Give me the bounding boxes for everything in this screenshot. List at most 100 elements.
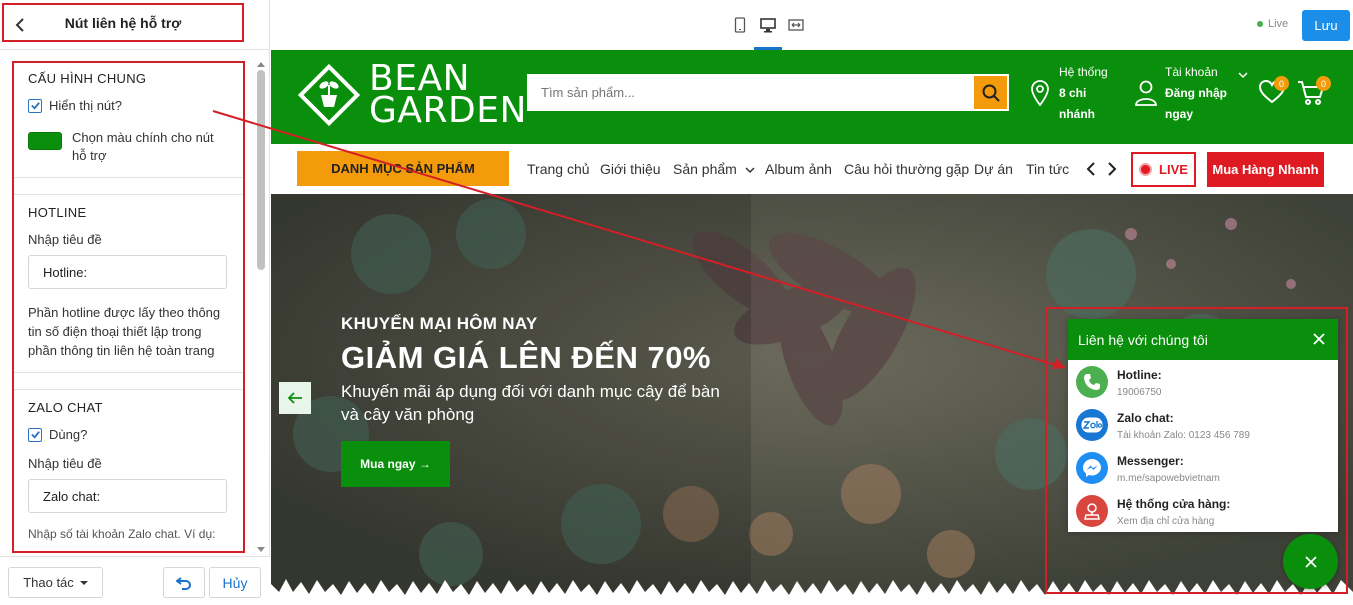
widget-item-hotline[interactable]: Hotline: 19006750 [1068,360,1338,403]
site-nav: DANH MỤC SẢN PHẨM Trang chủ Giới thiệu S… [271,144,1353,194]
live-status: Live [1257,18,1288,30]
widget-item-title: Hệ thống cửa hàng: [1117,497,1231,511]
zalo-help-text: Nhập số tài khoản Zalo chat. Ví dụ: [28,527,216,541]
nav-next-icon[interactable] [1105,161,1119,177]
store-system-link[interactable]: Hệ thống 8 chi nhánh [1031,62,1121,122]
cancel-button[interactable]: Hủy [209,567,261,598]
hotline-help-text: Phần hotline được lấy theo thông tin số … [28,305,221,358]
mobile-icon [734,17,746,33]
panel-header: Nút liên hệ hỗ trợ [0,0,270,50]
wishlist-button[interactable]: 0 [1258,76,1289,106]
live-button-label: LIVE [1159,162,1188,177]
live-button[interactable]: LIVE [1131,152,1196,187]
scroll-up-icon[interactable] [257,62,265,67]
hero-description: Khuyến mãi áp dụng đối với danh mục cây … [341,382,720,424]
account-link[interactable]: Tài khoản Đăng nhập ngay [1135,62,1245,122]
site-header: BEAN GARDEN Hệ thống 8 chi nhánh Tài kho… [271,50,1353,144]
store-location-icon [1076,495,1108,527]
checkmark-icon [30,431,40,439]
close-icon[interactable] [1312,332,1326,346]
widget-item-sub: Xem địa chỉ cửa hàng [1117,516,1215,527]
widget-item-messenger[interactable]: Messenger: m.me/sapowebvietnam [1068,446,1338,489]
account-line-3: ngay [1165,107,1194,121]
undo-icon [176,576,191,590]
category-menu-button[interactable]: DANH MỤC SẢN PHẨM [297,151,509,186]
expand-horizontal-icon [788,19,804,31]
hero-prev-button[interactable] [279,382,311,414]
nav-item-products[interactable]: Sản phẩm [673,161,755,177]
mobile-view-button[interactable] [729,14,751,36]
section-heading: CẤU HÌNH CHUNG [28,71,147,86]
nav-item-about[interactable]: Giới thiệu [600,161,661,177]
live-status-label: Live [1268,18,1289,30]
phone-icon [1076,366,1108,398]
shop-now-button[interactable]: Mua ngay → [341,441,450,487]
widget-item-store[interactable]: Hệ thống cửa hàng: Xem địa chỉ cửa hàng [1068,489,1338,532]
nav-item-home[interactable]: Trang chủ [527,161,590,177]
account-line-2: Đăng nhập [1165,86,1227,100]
main-color-label: Chọn màu chính cho nút hỗ trợ [72,130,214,163]
save-button[interactable]: Lưu [1302,10,1350,41]
support-toggle-button[interactable] [1283,534,1338,589]
widget-item-zalo[interactable]: Zalo chat: Tài khoản Zalo: 0123 456 789 [1068,403,1338,446]
site-logo[interactable]: BEAN GARDEN [297,60,526,130]
hotline-title-label: Nhập tiêu đề [28,232,102,247]
quick-buy-button[interactable]: Mua Hàng Nhanh [1207,152,1324,187]
close-icon [1304,555,1317,568]
scrollbar-thumb[interactable] [257,70,265,270]
settings-panel: Nút liên hệ hỗ trợ CẤU HÌNH CHUNG Hiển t… [0,0,270,605]
actions-label: Thao tác [23,575,74,590]
main-color-row: Chọn màu chính cho nút hỗ trợ [28,129,229,165]
contact-support-widget: Liên hệ với chúng tôi Hotline: 19006750 … [1068,319,1338,532]
widget-title: Liên hệ với chúng tôi [1078,331,1208,348]
widget-item-sub: m.me/sapowebvietnam [1117,473,1220,484]
zalo-use-checkbox[interactable] [28,427,42,442]
nav-item-album[interactable]: Album ảnh [765,161,832,177]
hero-title: GIẢM GIÁ LÊN ĐẾN 70% [341,340,711,375]
main-color-swatch[interactable] [28,132,62,150]
fullwidth-view-button[interactable] [785,14,807,36]
chevron-down-icon[interactable] [1238,70,1248,80]
cart-button[interactable]: 0 [1297,76,1331,106]
nav-item-projects[interactable]: Dự án [974,161,1013,177]
settings-scroll-area[interactable]: CẤU HÌNH CHUNG Hiển thị nút? Chọn màu ch… [12,61,245,553]
actions-dropdown-button[interactable]: Thao tác [8,567,103,598]
zalo-icon [1076,409,1108,441]
zalo-title-label: Nhập tiêu đề [28,456,102,471]
undo-button[interactable] [163,567,205,598]
section-zalo: ZALO CHAT Dùng? Nhập tiêu đề Nhập số tài… [14,389,243,551]
editor-topbar: Live Lưu [271,0,1353,50]
nav-item-faq[interactable]: Câu hỏi thường gặp [844,161,969,177]
checkmark-icon [30,102,40,110]
show-button-checkbox[interactable] [28,98,42,113]
widget-item-sub: 19006750 [1117,387,1162,398]
user-icon [1135,80,1157,106]
search-input[interactable] [527,74,973,111]
widget-item-title: Hotline: [1117,368,1162,382]
live-dot-icon [1257,21,1263,27]
store-line-3: nhánh [1059,107,1095,121]
nav-item-news[interactable]: Tin tức [1026,161,1069,177]
arrow-left-icon [287,392,302,404]
desktop-icon [760,17,776,32]
widget-item-title: Messenger: [1117,454,1184,468]
record-icon [1139,163,1153,176]
panel-scrollbar[interactable] [256,62,266,552]
desktop-view-button[interactable] [754,14,782,50]
site-search [527,74,1009,111]
hotline-title-input[interactable] [28,255,227,289]
search-button[interactable] [974,76,1007,109]
hero-subtitle: KHUYẾN MẠI HÔM NAY [341,314,538,333]
widget-item-sub: Tài khoản Zalo: 0123 456 789 [1117,430,1250,441]
section-heading: HOTLINE [28,205,87,220]
section-heading: ZALO CHAT [28,400,103,415]
panel-footer: Thao tác Hủy [0,556,270,605]
section-general: CẤU HÌNH CHUNG Hiển thị nút? Chọn màu ch… [14,63,243,178]
wishlist-count-badge: 0 [1274,76,1289,91]
store-line-2: 8 chi [1059,86,1087,100]
scroll-down-icon[interactable] [257,547,265,552]
cart-count-badge: 0 [1316,76,1331,91]
nav-prev-icon[interactable] [1084,161,1098,177]
messenger-icon [1076,452,1108,484]
zalo-title-input[interactable] [28,479,227,513]
